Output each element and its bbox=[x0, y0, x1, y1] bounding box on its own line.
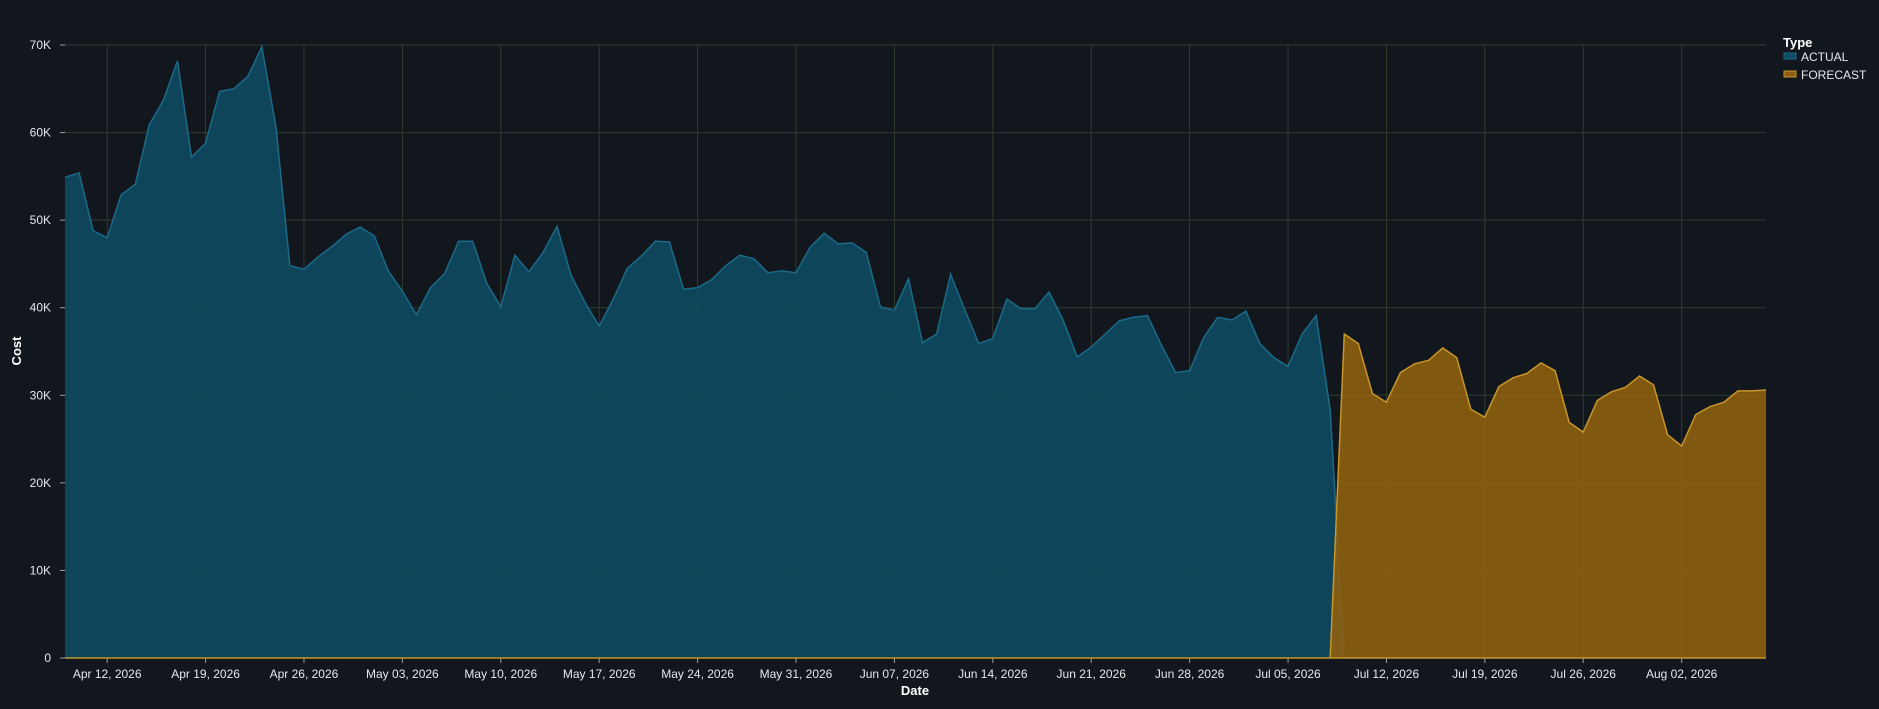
y-tick-label: 10K bbox=[30, 563, 51, 577]
x-tick-label: Jun 14, 2026 bbox=[958, 667, 1028, 681]
x-tick-label: Jul 19, 2026 bbox=[1452, 667, 1518, 681]
y-tick-label: 40K bbox=[30, 301, 51, 315]
y-tick-label: 20K bbox=[30, 476, 51, 490]
x-tick-label: Jul 26, 2026 bbox=[1551, 667, 1617, 681]
x-tick-label: Jul 05, 2026 bbox=[1255, 667, 1321, 681]
legend: Type ACTUAL FORECAST bbox=[1783, 35, 1867, 82]
y-tick-label: 70K bbox=[30, 38, 51, 52]
x-axis-title: Date bbox=[901, 683, 929, 698]
x-tick-label: May 10, 2026 bbox=[464, 667, 537, 681]
legend-label-actual: ACTUAL bbox=[1801, 50, 1849, 64]
area-layer bbox=[64, 44, 1767, 659]
x-tick-label: Jun 28, 2026 bbox=[1155, 667, 1225, 681]
x-tick-label: Apr 19, 2026 bbox=[171, 667, 240, 681]
x-tick-label: Apr 12, 2026 bbox=[73, 667, 142, 681]
y-tick-label: 60K bbox=[30, 126, 51, 140]
x-tick-label: May 17, 2026 bbox=[563, 667, 636, 681]
legend-items: ACTUAL FORECAST bbox=[1783, 50, 1867, 82]
x-tick-label: Jun 21, 2026 bbox=[1057, 667, 1127, 681]
y-tick-label: 50K bbox=[30, 213, 51, 227]
y-tick-label: 30K bbox=[30, 388, 51, 402]
y-axis-title: Cost bbox=[9, 336, 24, 366]
cost-area-chart: Cost Date 0 10K 20K 30K 40K 50K 60K 70K Apr 12, … bbox=[0, 0, 1879, 704]
x-tick-label: May 31, 2026 bbox=[760, 667, 833, 681]
x-tick-label: Jul 12, 2026 bbox=[1354, 667, 1420, 681]
x-tick-label: May 03, 2026 bbox=[366, 667, 439, 681]
x-tick-label: Apr 26, 2026 bbox=[270, 667, 339, 681]
x-tick-label: May 24, 2026 bbox=[661, 667, 734, 681]
actual-area bbox=[65, 46, 1345, 659]
legend-label-forecast: FORECAST bbox=[1801, 68, 1867, 82]
legend-swatch-actual bbox=[1783, 52, 1797, 60]
legend-title: Type bbox=[1783, 35, 1812, 50]
x-tick-label: Jun 07, 2026 bbox=[860, 667, 930, 681]
chart-svg: Cost Date 0 10K 20K 30K 40K 50K 60K 70K Apr 12, … bbox=[9, 35, 1867, 698]
y-tick-label: 0 bbox=[44, 651, 51, 665]
legend-swatch-forecast bbox=[1783, 70, 1797, 78]
x-tick-label: Aug 02, 2026 bbox=[1646, 667, 1718, 681]
